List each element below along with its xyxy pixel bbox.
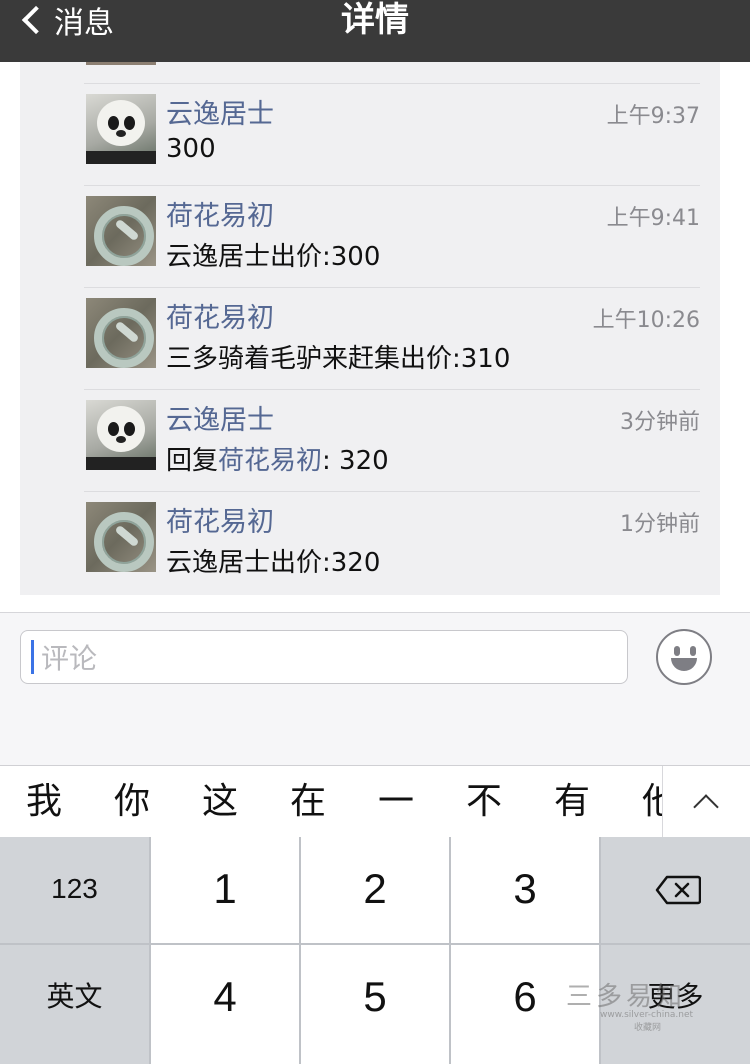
candidate-word[interactable]: 我 bbox=[0, 766, 88, 838]
avatar[interactable] bbox=[86, 196, 156, 266]
candidate-word[interactable]: 你 bbox=[88, 766, 176, 838]
comment-text: 云逸居士出价:300 bbox=[166, 242, 381, 272]
key-3[interactable]: 3 bbox=[451, 837, 599, 943]
numbers-key[interactable]: 123 bbox=[0, 837, 149, 943]
candidate-word[interactable]: 有 bbox=[528, 766, 616, 838]
comment-time: 上午10:26 bbox=[592, 308, 700, 333]
comment-text: 300 bbox=[166, 134, 216, 164]
comment-list: 云逸居士 上午9:37 300 荷花易初 上午9:41 云逸居士出价:300 荷… bbox=[20, 62, 720, 595]
comment-time: 3分钟前 bbox=[620, 410, 700, 435]
candidate-expand-button[interactable] bbox=[662, 766, 750, 838]
candidate-bar: 我 你 这 在 一 不 有 他 bbox=[0, 765, 750, 838]
comment-text: 回复荷花易初: 320 bbox=[166, 440, 389, 477]
chevron-up-icon bbox=[693, 794, 719, 820]
key-5[interactable]: 5 bbox=[301, 945, 449, 1064]
comment-input-box[interactable] bbox=[20, 630, 628, 684]
english-key[interactable]: 英文 bbox=[0, 945, 149, 1064]
comment-item[interactable]: 云逸居士 上午9:37 300 bbox=[84, 83, 700, 185]
key-6[interactable]: 6 bbox=[451, 945, 599, 1064]
keyboard-spacer bbox=[0, 703, 750, 765]
page-title: 详情 bbox=[341, 0, 409, 40]
reply-prefix: 回复 bbox=[166, 446, 219, 476]
key-4[interactable]: 4 bbox=[151, 945, 299, 1064]
comment-item[interactable]: 云逸居士 3分钟前 回复荷花易初: 320 bbox=[84, 389, 700, 491]
delete-icon bbox=[655, 875, 701, 905]
more-key[interactable]: 更多 bbox=[601, 945, 750, 1064]
avatar[interactable] bbox=[86, 298, 156, 368]
comment-author[interactable]: 云逸居士 bbox=[166, 92, 274, 131]
comment-time: 上午9:37 bbox=[606, 104, 700, 129]
comment-item[interactable]: 荷花易初 1分钟前 云逸居士出价:320 bbox=[84, 491, 700, 593]
comment-item[interactable]: 荷花易初 上午9:41 云逸居士出价:300 bbox=[84, 185, 700, 287]
comment-input-bar bbox=[0, 612, 750, 704]
candidate-word[interactable]: 在 bbox=[264, 766, 352, 838]
comment-text: 三多骑着毛驴来赶集出价:310 bbox=[166, 344, 511, 374]
reply-target-link[interactable]: 荷花易初 bbox=[218, 446, 322, 476]
candidate-word[interactable]: 不 bbox=[440, 766, 528, 838]
candidate-word[interactable]: 这 bbox=[176, 766, 264, 838]
previous-avatar-sliver bbox=[86, 62, 156, 65]
candidate-word[interactable]: 一 bbox=[352, 766, 440, 838]
comment-author[interactable]: 荷花易初 bbox=[166, 296, 274, 335]
avatar[interactable] bbox=[86, 502, 156, 572]
comment-text: 云逸居士出价:320 bbox=[166, 548, 381, 578]
comment-author[interactable]: 荷花易初 bbox=[166, 500, 274, 539]
comment-time: 1分钟前 bbox=[620, 512, 700, 537]
emoji-icon[interactable] bbox=[656, 629, 712, 685]
comment-input[interactable] bbox=[39, 637, 623, 679]
key-2[interactable]: 2 bbox=[301, 837, 449, 943]
comment-author[interactable]: 云逸居士 bbox=[166, 398, 274, 437]
comment-author[interactable]: 荷花易初 bbox=[166, 194, 274, 233]
avatar[interactable] bbox=[86, 94, 156, 164]
delete-key[interactable] bbox=[601, 837, 750, 943]
nav-bar: 消息 详情 bbox=[0, 0, 750, 62]
keyboard: 123 1 2 3 英文 4 5 6 更多 bbox=[0, 837, 750, 1064]
content-area: 云逸居士 上午9:37 300 荷花易初 上午9:41 云逸居士出价:300 荷… bbox=[0, 62, 750, 612]
comment-item[interactable]: 荷花易初 上午10:26 三多骑着毛驴来赶集出价:310 bbox=[84, 287, 700, 389]
key-1[interactable]: 1 bbox=[151, 837, 299, 943]
comment-time: 上午9:41 bbox=[606, 206, 700, 231]
reply-content: : 320 bbox=[322, 446, 389, 476]
avatar[interactable] bbox=[86, 400, 156, 470]
text-caret bbox=[31, 640, 34, 674]
